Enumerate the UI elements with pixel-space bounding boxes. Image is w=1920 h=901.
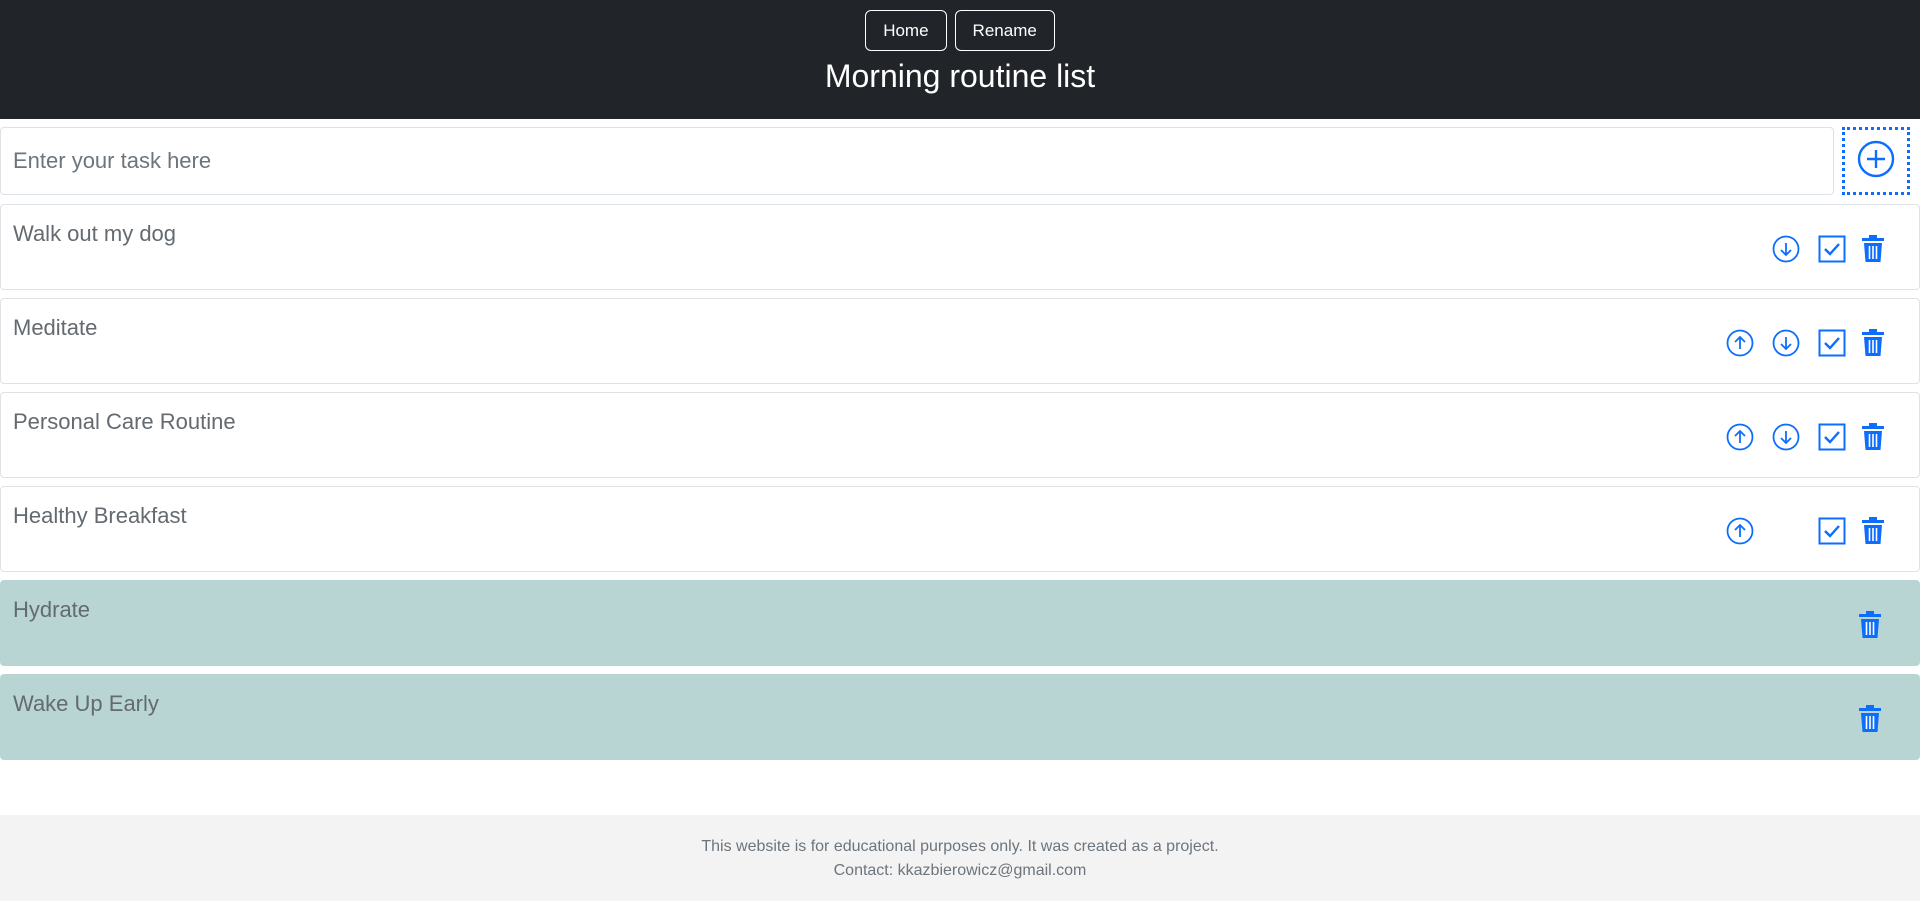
- task-item: Meditate: [0, 298, 1920, 384]
- footer-contact: Contact: kkazbierowicz@gmail.com: [833, 862, 1087, 879]
- delete-button[interactable]: [1854, 703, 1886, 735]
- delete-button[interactable]: [1854, 609, 1886, 641]
- move-down-button[interactable]: [1770, 421, 1802, 453]
- complete-button[interactable]: [1816, 327, 1848, 359]
- task-item: Wake Up Early: [0, 674, 1920, 760]
- delete-button[interactable]: [1857, 421, 1889, 453]
- task-label: Wake Up Early: [13, 691, 159, 716]
- trash-icon: [1861, 235, 1885, 263]
- arrow-down-circle-icon: [1772, 329, 1800, 357]
- trash-icon: [1861, 423, 1885, 451]
- delete-button[interactable]: [1857, 515, 1889, 547]
- trash-icon: [1858, 705, 1882, 733]
- task-item: Hydrate: [0, 580, 1920, 666]
- check-square-icon: [1818, 329, 1846, 357]
- arrow-down-circle-icon: [1772, 423, 1800, 451]
- page-title: Morning routine list: [824, 58, 1096, 94]
- move-down-button[interactable]: [1770, 233, 1802, 265]
- add-task-row: [0, 127, 1920, 195]
- delete-button[interactable]: [1857, 327, 1889, 359]
- arrow-up-circle-icon: [1726, 517, 1754, 545]
- move-up-button[interactable]: [1724, 327, 1756, 359]
- check-square-icon: [1818, 517, 1846, 545]
- arrow-up-circle-icon: [1726, 329, 1754, 357]
- arrow-up-circle-icon: [1726, 423, 1754, 451]
- task-label: Personal Care Routine: [13, 409, 236, 434]
- footer-disclaimer: This website is for educational purposes…: [701, 838, 1219, 855]
- task-label: Meditate: [13, 315, 98, 340]
- rename-button[interactable]: Rename: [954, 10, 1055, 51]
- move-up-button[interactable]: [1724, 421, 1756, 453]
- add-task-button[interactable]: [1842, 127, 1910, 195]
- complete-button[interactable]: [1816, 515, 1848, 547]
- task-label: Walk out my dog: [13, 221, 177, 246]
- move-down-button[interactable]: [1770, 327, 1802, 359]
- check-square-icon: [1818, 423, 1846, 451]
- task-label: Healthy Breakfast: [13, 503, 187, 528]
- home-button[interactable]: Home: [865, 10, 947, 51]
- arrow-down-circle-icon: [1772, 235, 1800, 263]
- nav-bar: Home Rename: [865, 10, 1055, 51]
- trash-icon: [1861, 329, 1885, 357]
- complete-button[interactable]: [1816, 233, 1848, 265]
- check-square-icon: [1818, 235, 1846, 263]
- complete-button[interactable]: [1816, 421, 1848, 453]
- task-item: Walk out my dog: [0, 204, 1920, 290]
- delete-button[interactable]: [1857, 233, 1889, 265]
- trash-icon: [1858, 611, 1882, 639]
- move-up-button[interactable]: [1724, 515, 1756, 547]
- footer: This website is for educational purposes…: [0, 815, 1920, 901]
- plus-circle-icon: [1857, 140, 1895, 183]
- task-input[interactable]: [0, 127, 1834, 195]
- task-item: Personal Care Routine: [0, 392, 1920, 478]
- task-label: Hydrate: [13, 597, 91, 622]
- header: Home Rename Morning routine list: [0, 0, 1920, 119]
- task-item: Healthy Breakfast: [0, 486, 1920, 572]
- trash-icon: [1861, 517, 1885, 545]
